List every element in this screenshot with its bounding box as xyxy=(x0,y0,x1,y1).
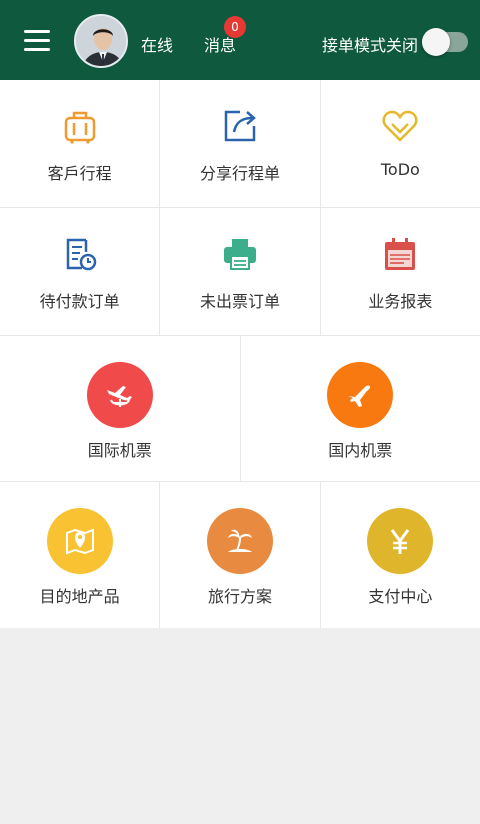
calendar-icon xyxy=(385,238,416,270)
payment-center-tile[interactable]: 支付中心 xyxy=(321,482,480,628)
avatar[interactable] xyxy=(74,14,128,68)
tile-label: 目的地产品 xyxy=(39,587,120,606)
menu-icon[interactable] xyxy=(24,30,50,52)
share-itinerary-tile[interactable]: 分享行程单 xyxy=(160,80,321,207)
customer-itinerary-tile[interactable]: 客戶行程 xyxy=(0,80,161,207)
destination-products-tile[interactable]: 目的地产品 xyxy=(0,482,161,628)
todo-tile[interactable]: ToDo xyxy=(321,80,480,207)
map-pin-icon xyxy=(46,508,113,574)
airplane-icon xyxy=(327,362,394,428)
document-clock-icon xyxy=(66,238,96,271)
toggle-knob xyxy=(422,28,450,56)
palm-tree-icon xyxy=(206,508,273,574)
international-flights-tile[interactable]: 国际机票 xyxy=(0,336,241,481)
online-status[interactable]: 在线 xyxy=(141,32,173,56)
tile-label: 待付款订单 xyxy=(39,292,120,311)
function-grid: 客戶行程 分享行程单 ToDo 待付款订单 未出票订单 业务报表 国际机票 国内… xyxy=(0,80,480,628)
tile-label: 分享行程单 xyxy=(199,164,280,183)
printer-icon xyxy=(223,239,256,270)
business-report-tile[interactable]: 业务报表 xyxy=(321,208,480,335)
top-bar: 在线 消息 0 接单模式关闭 xyxy=(0,0,480,80)
order-mode-label: 接单模式关闭 xyxy=(322,36,419,55)
unissued-orders-tile[interactable]: 未出票订单 xyxy=(160,208,321,335)
tile-label: 业务报表 xyxy=(368,292,433,311)
tile-label: 旅行方案 xyxy=(207,587,272,606)
tile-label: ToDo xyxy=(380,160,420,179)
tile-label: 支付中心 xyxy=(368,587,433,606)
share-icon xyxy=(224,110,256,142)
tile-label: 未出票订单 xyxy=(199,292,280,311)
domestic-flights-tile[interactable]: 国内机票 xyxy=(241,336,480,481)
yen-icon xyxy=(367,508,434,574)
order-mode-toggle[interactable] xyxy=(422,28,468,56)
luggage-icon xyxy=(64,111,95,144)
travel-plan-tile[interactable]: 旅行方案 xyxy=(160,482,321,628)
tile-label: 国际机票 xyxy=(87,441,152,460)
pending-payment-orders-tile[interactable]: 待付款订单 xyxy=(0,208,161,335)
message-count-badge: 0 xyxy=(224,16,246,38)
tile-label: 国内机票 xyxy=(328,441,393,460)
heart-icon xyxy=(382,110,418,142)
globe-plane-icon xyxy=(86,362,153,428)
tile-label: 客戶行程 xyxy=(47,164,112,183)
